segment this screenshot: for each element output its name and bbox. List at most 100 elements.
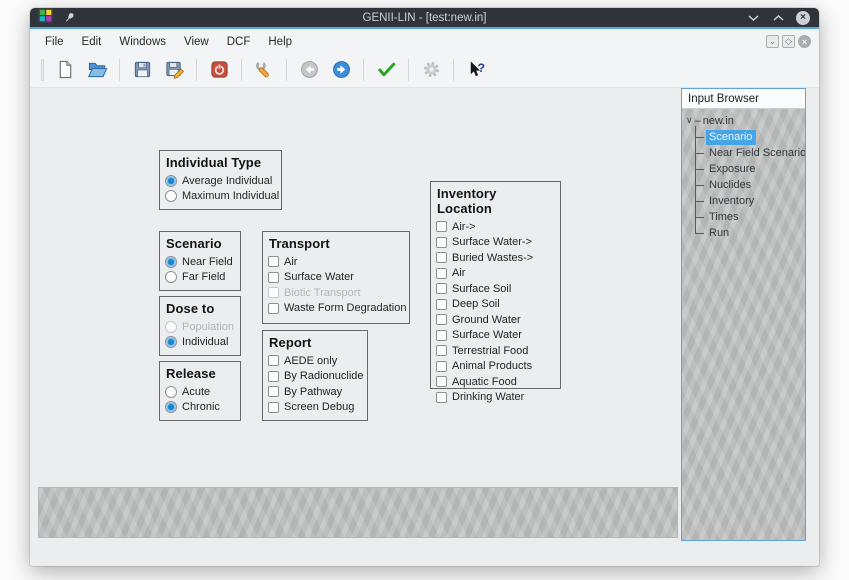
save-as-button[interactable] (160, 56, 188, 84)
group-release: Release Acute Chronic (159, 361, 241, 421)
toolbar-handle[interactable] (41, 59, 44, 81)
back-button[interactable] (295, 56, 323, 84)
input-browser-header: Input Browser (682, 89, 805, 109)
checkbox-deep-soil[interactable]: Deep Soil (436, 297, 555, 313)
titlebar: GENII-LIN - [test:new.in] × (30, 8, 819, 29)
group-title: Transport (269, 236, 404, 251)
checkbox-icon (436, 237, 447, 248)
group-title: Release (166, 366, 235, 381)
close-icon[interactable]: × (795, 10, 811, 26)
save-button[interactable] (128, 56, 156, 84)
checkbox-icon (268, 386, 279, 397)
tree-item-inventory[interactable]: Inventory (693, 193, 803, 209)
tree-item-run[interactable]: Run (693, 225, 803, 241)
radio-near-field[interactable]: Near Field (165, 254, 235, 270)
power-button[interactable] (205, 56, 233, 84)
forward-button[interactable] (327, 56, 355, 84)
checkbox-surface-water[interactable]: Surface Water (268, 270, 404, 286)
group-title: Dose to (166, 301, 235, 316)
mdi-window-controls: ⌄ ◇ × (766, 35, 813, 48)
group-scenario: Scenario Near Field Far Field (159, 231, 241, 291)
checkbox-inv-surface-water[interactable]: Surface Water (436, 328, 555, 344)
checkbox-air[interactable]: Air (268, 254, 404, 270)
radio-population[interactable]: Population (165, 319, 235, 335)
radio-icon (165, 271, 177, 283)
checkbox-aquatic-food[interactable]: Aquatic Food (436, 374, 555, 390)
mdi-restore-icon[interactable]: ◇ (782, 35, 795, 48)
save-icon (132, 59, 153, 80)
window-title: GENII-LIN - [test:new.in] (30, 12, 819, 24)
radio-chronic[interactable]: Chronic (165, 400, 235, 416)
bottom-panel (38, 487, 678, 538)
menu-file[interactable]: File (36, 33, 73, 51)
mdi-close-icon[interactable]: × (798, 35, 811, 48)
checkbox-icon (268, 303, 279, 314)
radio-individual[interactable]: Individual (165, 335, 235, 351)
back-icon (299, 59, 320, 80)
whats-this-icon: ? (466, 59, 487, 80)
menu-dcf[interactable]: DCF (218, 33, 260, 51)
mdi-minimize-icon[interactable]: ⌄ (766, 35, 779, 48)
checkbox-animal-products[interactable]: Animal Products (436, 359, 555, 375)
checkbox-waste-form-degradation[interactable]: Waste Form Degradation (268, 301, 404, 317)
radio-icon (165, 336, 177, 348)
tree-item-exposure[interactable]: Exposure (693, 161, 803, 177)
radio-icon (165, 386, 177, 398)
checkbox-screen-debug[interactable]: Screen Debug (268, 400, 362, 416)
new-document-button[interactable] (51, 56, 79, 84)
whats-this-help-button[interactable]: ? (462, 56, 490, 84)
radio-icon (165, 175, 177, 187)
menu-edit[interactable]: Edit (73, 33, 111, 51)
tree-item-scenario[interactable]: Scenario (693, 129, 803, 145)
group-inventory-location: Inventory Location Air-> Surface Water->… (430, 181, 561, 389)
group-title: Report (269, 335, 362, 350)
checkbox-air-arrow[interactable]: Air-> (436, 219, 555, 235)
radio-acute[interactable]: Acute (165, 384, 235, 400)
open-file-button[interactable] (83, 56, 111, 84)
checkbox-icon (268, 256, 279, 267)
checkbox-icon (436, 376, 447, 387)
caret-down-icon[interactable]: ∨ (686, 115, 693, 126)
menu-view[interactable]: View (175, 33, 218, 51)
gear-button[interactable] (417, 56, 445, 84)
group-transport: Transport Air Surface Water Biotic Trans… (262, 231, 410, 324)
checkbox-icon (268, 371, 279, 382)
app-window: GENII-LIN - [test:new.in] × File Edit Wi… (30, 8, 819, 566)
checkbox-icon (436, 283, 447, 294)
checkbox-surface-water-arrow[interactable]: Surface Water-> (436, 235, 555, 251)
pin-icon[interactable] (61, 10, 77, 26)
toolbar: ? (30, 52, 819, 88)
checkbox-buried-wastes-arrow[interactable]: Buried Wastes-> (436, 250, 555, 266)
group-title: Inventory Location (437, 186, 555, 216)
settings-wrench-button[interactable] (250, 56, 278, 84)
checkbox-icon (268, 355, 279, 366)
checkbox-inv-air[interactable]: Air (436, 266, 555, 282)
minimize-icon[interactable] (745, 10, 761, 26)
maximize-icon[interactable] (770, 10, 786, 26)
radio-far-field[interactable]: Far Field (165, 270, 235, 286)
checkbox-drinking-water[interactable]: Drinking Water (436, 390, 555, 406)
checkbox-terrestrial-food[interactable]: Terrestrial Food (436, 343, 555, 359)
checkbox-aede-only[interactable]: AEDE only (268, 353, 362, 369)
tree-item-times[interactable]: Times (693, 209, 803, 225)
menu-help[interactable]: Help (259, 33, 301, 51)
tree-item-nuclides[interactable]: Nuclides (693, 177, 803, 193)
radio-maximum-individual[interactable]: Maximum Individual (165, 189, 276, 205)
tree-root-label: new.in (703, 115, 734, 127)
wrench-icon (254, 59, 275, 80)
tree-item-near-field-scenario[interactable]: Near Field Scenario (693, 145, 803, 161)
radio-average-individual[interactable]: Average Individual (165, 173, 276, 189)
checkbox-by-pathway[interactable]: By Pathway (268, 384, 362, 400)
menu-windows[interactable]: Windows (110, 33, 175, 51)
checkbox-icon (436, 361, 447, 372)
checkbox-icon (436, 268, 447, 279)
checkbox-surface-soil[interactable]: Surface Soil (436, 281, 555, 297)
checkbox-by-radionuclide[interactable]: By Radionuclide (268, 369, 362, 385)
checkbox-biotic-transport[interactable]: Biotic Transport (268, 285, 404, 301)
toolbar-separator (286, 59, 287, 81)
run-check-button[interactable] (372, 56, 400, 84)
radio-icon (165, 190, 177, 202)
tree-root-new-in[interactable]: ∨– new.in (686, 113, 803, 129)
app-icon (38, 8, 53, 28)
checkbox-ground-water[interactable]: Ground Water (436, 312, 555, 328)
